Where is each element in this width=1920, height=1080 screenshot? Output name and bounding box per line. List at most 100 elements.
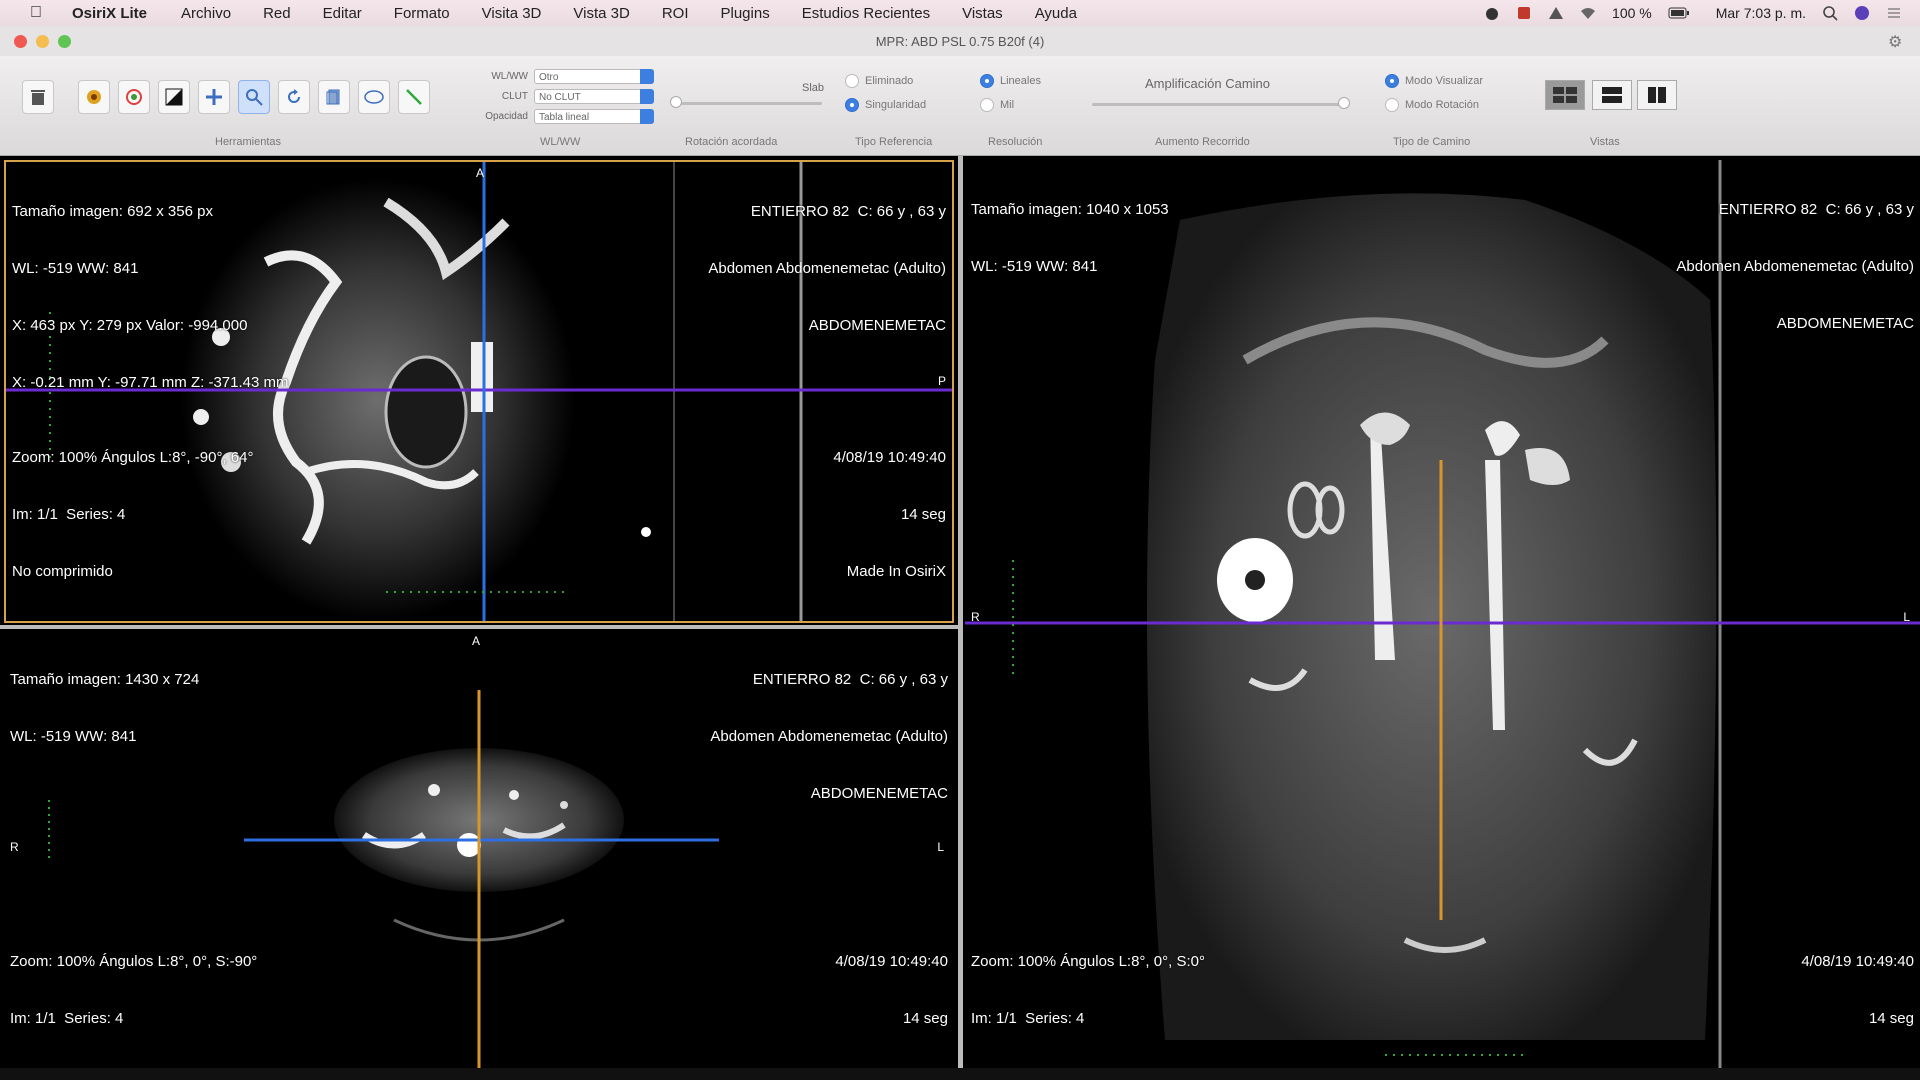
move-tool-button[interactable] <box>198 80 230 114</box>
window-controls <box>14 35 71 48</box>
oval-icon <box>364 90 384 104</box>
overlay-line: Abdomen Abdomenemetac (Adulto) <box>710 728 948 745</box>
menu-visita-3d[interactable]: Visita 3D <box>482 5 542 22</box>
group-label-rotacion: Rotación acordada <box>685 136 778 148</box>
overlay-top-left-info: Tamaño imagen: 1430 x 724 WL: -519 WW: 8… <box>10 632 199 784</box>
export-tool-button[interactable] <box>22 80 54 114</box>
overlay-line: Zoom: 100% Ángulos L:8°, 0°, S:-90° <box>10 953 258 970</box>
rotate-tool-button[interactable] <box>278 80 310 114</box>
menu-plugins[interactable]: Plugins <box>721 5 770 22</box>
minimize-window-button[interactable] <box>36 35 49 48</box>
menu-app-name[interactable]: OsiriX Lite <box>72 5 147 22</box>
overlay-line: Abdomen Abdomenemetac (Adulto) <box>708 260 946 277</box>
overlay-bottom-left-info: Zoom: 100% Ángulos L:8°, 0°, S:-90° Im: … <box>10 914 257 1066</box>
menu-editar[interactable]: Editar <box>323 5 362 22</box>
magnifier-icon <box>246 89 263 106</box>
menu-bar:  OsiriX Lite Archivo Red Editar Formato… <box>0 0 1920 26</box>
apple-icon[interactable]:  <box>30 5 46 21</box>
scroll-tool-button[interactable] <box>318 80 350 114</box>
radio-eliminado-dot[interactable] <box>845 74 859 88</box>
radio-singularidad[interactable]: Singularidad <box>845 98 926 112</box>
group-label-resolucion: Resolución <box>988 136 1043 148</box>
contrast-icon <box>165 88 183 106</box>
radio-mil[interactable]: Mil <box>980 98 1014 112</box>
toolbar: WL/WW Otro CLUT No CLUT Opacidad Tabla l… <box>0 56 1920 156</box>
oval-roi-tool-button[interactable] <box>358 80 390 114</box>
app-status-icon[interactable] <box>1516 5 1532 21</box>
battery-percent[interactable]: 100 % <box>1612 5 1652 21</box>
magnification-slider-track[interactable] <box>1092 103 1348 106</box>
radio-eliminado[interactable]: Eliminado <box>845 74 913 88</box>
overlay-line: Abdomen Abdomenemetac (Adulto) <box>1676 258 1914 275</box>
radio-lineales[interactable]: Lineales <box>980 74 1041 88</box>
battery-icon[interactable] <box>1668 5 1689 21</box>
opacity-select[interactable]: Tabla lineal <box>534 108 654 124</box>
layout-rows-button[interactable] <box>1592 80 1632 110</box>
radio-singularidad-label: Singularidad <box>865 99 927 111</box>
zoom-window-button[interactable] <box>58 35 71 48</box>
wlww-tool-button[interactable] <box>158 80 190 114</box>
overlay-line: Im: 1/1 Series: 4 <box>12 506 126 523</box>
viewport-axial[interactable]: Tamaño imagen: 1430 x 724 WL: -519 WW: 8… <box>4 630 954 1068</box>
menu-archivo[interactable]: Archivo <box>181 5 231 22</box>
wlww-select[interactable]: Otro <box>534 68 654 84</box>
slab-slider-track[interactable] <box>676 102 822 105</box>
clut-select[interactable]: No CLUT <box>534 88 654 104</box>
overlay-line: 4/08/19 10:49:40 <box>833 449 946 466</box>
menu-red[interactable]: Red <box>263 5 291 22</box>
overlay-line: Made In OsiriX <box>846 563 946 580</box>
cloud-icon[interactable] <box>1484 5 1500 21</box>
orientation-label-top: A <box>476 166 485 180</box>
group-label-tipo-camino: Tipo de Camino <box>1393 136 1471 148</box>
menu-vista-3d[interactable]: Vista 3D <box>573 5 629 22</box>
vertical-splitter[interactable] <box>958 156 963 1080</box>
magnification-label: Amplificación Camino <box>1145 76 1270 91</box>
search-icon[interactable] <box>1822 5 1838 21</box>
overlay-bottom-right-info: 4/08/19 10:49:40 14 seg <box>835 914 948 1066</box>
radio-lineales-label: Lineales <box>1000 75 1041 87</box>
zoom-tool-button[interactable] <box>238 80 270 114</box>
wifi-icon[interactable] <box>1580 5 1596 21</box>
menu-vistas[interactable]: Vistas <box>962 5 1003 22</box>
radio-mil-dot[interactable] <box>980 98 994 112</box>
viewport-sagittal[interactable]: Tamaño imagen: 692 x 356 px WL: -519 WW:… <box>4 160 954 623</box>
trash-icon <box>31 90 45 105</box>
orientation-label-left: R <box>971 610 980 624</box>
magnification-slider-knob[interactable] <box>1338 97 1350 109</box>
radio-modo-rotacion[interactable]: Modo Rotación <box>1385 98 1479 112</box>
radio-modo-visualizar-dot[interactable] <box>1385 74 1399 88</box>
move-cross-icon <box>206 89 222 105</box>
menu-ayuda[interactable]: Ayuda <box>1035 5 1077 22</box>
notification-center-icon[interactable] <box>1886 5 1902 21</box>
opacity-select-row: Opacidad Tabla lineal <box>454 108 654 124</box>
gear-icon[interactable]: ⚙ <box>1888 32 1906 51</box>
radio-lineales-dot[interactable] <box>980 74 994 88</box>
menubar-clock[interactable]: Mar 7:03 p. m. <box>1716 5 1806 21</box>
bone-removal-tool-button[interactable] <box>78 80 110 114</box>
overlay-line: Im: 1/1 Series: 4 <box>10 1010 124 1027</box>
overlay-line: Zoom: 100% Ángulos L:8°, 0°, S:0° <box>971 953 1205 970</box>
roi-tool-button[interactable] <box>118 80 150 114</box>
group-label-tipo-referencia: Tipo Referencia <box>855 136 933 148</box>
layout-grid-button[interactable] <box>1545 80 1585 110</box>
slab-slider-knob[interactable] <box>670 96 682 108</box>
menu-formato[interactable]: Formato <box>394 5 450 22</box>
radio-mil-label: Mil <box>1000 99 1015 111</box>
radio-singularidad-dot[interactable] <box>845 98 859 112</box>
viewport-coronal[interactable]: Tamaño imagen: 1040 x 1053 WL: -519 WW: … <box>965 160 1920 1068</box>
close-window-button[interactable] <box>14 35 27 48</box>
opacity-select-label: Opacidad <box>485 110 528 122</box>
menu-estudios-recientes[interactable]: Estudios Recientes <box>802 5 930 22</box>
layout-columns-button[interactable] <box>1637 80 1677 110</box>
overlay-line: ENTIERRO 82 C: 66 y , 63 y <box>1718 201 1914 218</box>
overlay-line: ENTIERRO 82 C: 66 y , 63 y <box>752 671 948 688</box>
length-tool-button[interactable] <box>398 80 430 114</box>
overlay-line: Tamaño imagen: 1430 x 724 <box>10 671 200 688</box>
warning-icon[interactable] <box>1548 5 1564 21</box>
menu-roi[interactable]: ROI <box>662 5 689 22</box>
horizontal-splitter[interactable] <box>0 625 958 629</box>
radio-modo-visualizar[interactable]: Modo Visualizar <box>1385 74 1483 88</box>
radio-modo-rotacion-dot[interactable] <box>1385 98 1399 112</box>
siri-icon[interactable] <box>1854 5 1870 21</box>
overlay-line: 4/08/19 10:49:40 <box>1801 953 1914 970</box>
